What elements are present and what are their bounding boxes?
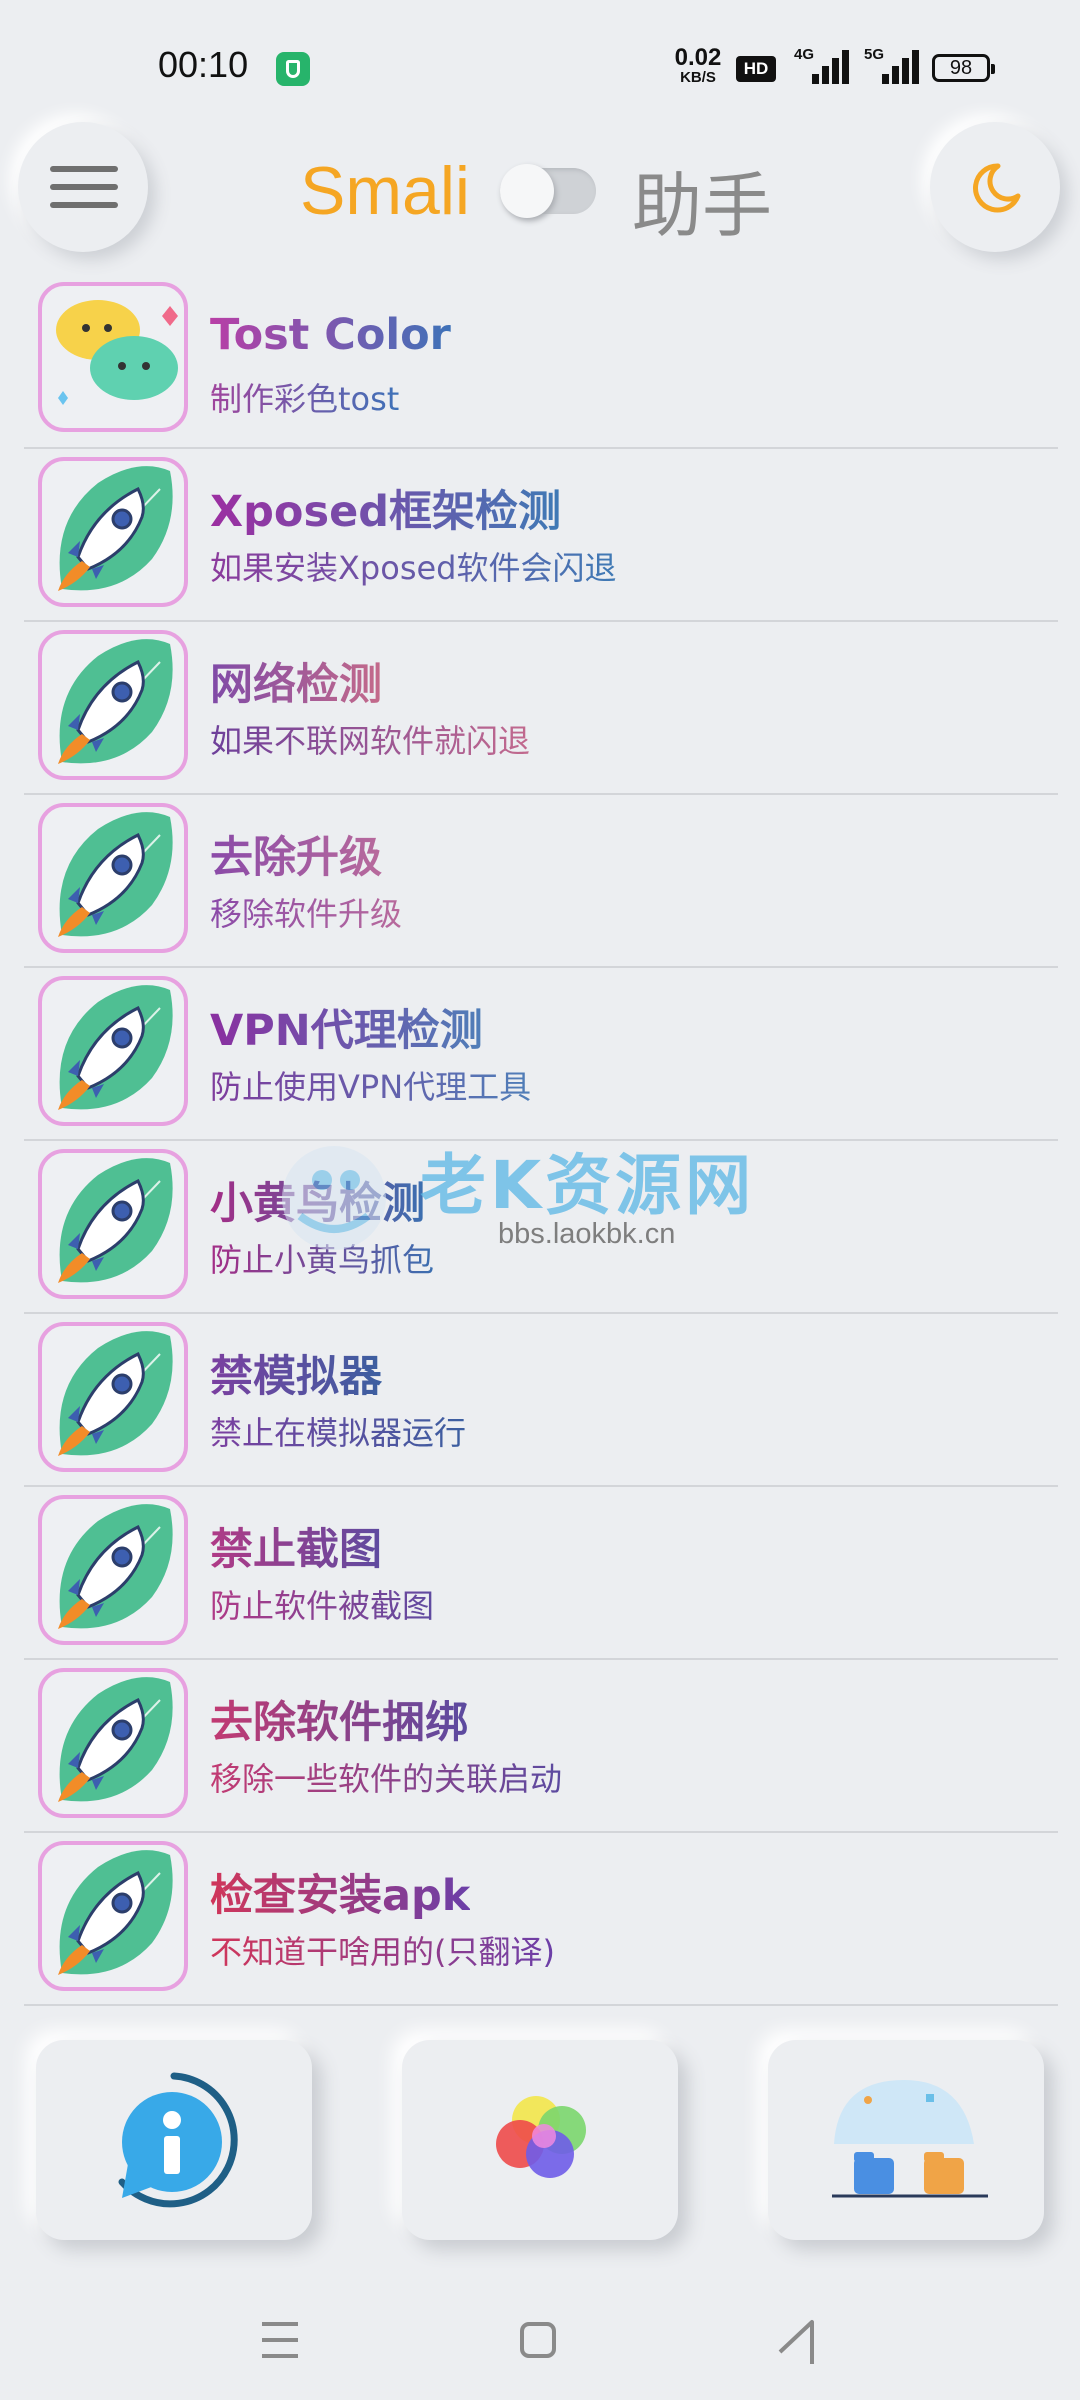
signal-5g-label: 5G xyxy=(864,46,885,63)
list-item[interactable]: 网络检测 如果不联网软件就闪退 xyxy=(24,622,1058,795)
recents-icon xyxy=(262,2322,298,2358)
item-title: 禁止截图 xyxy=(210,1515,382,1577)
item-subtitle: 防止小黄鸟抓包 xyxy=(210,1235,434,1281)
item-subtitle: 禁止在模拟器运行 xyxy=(210,1408,466,1454)
rocket-icon xyxy=(38,1322,188,1472)
signal-4g-icon: 4G xyxy=(794,46,850,84)
item-title: Xposed框架检测 xyxy=(210,477,561,539)
rocket-icon xyxy=(38,1668,188,1818)
rocket-icon xyxy=(38,976,188,1126)
folders-icon xyxy=(832,2080,988,2198)
item-title: 去除升级 xyxy=(210,823,382,885)
info-icon xyxy=(118,2072,238,2208)
app-title: Smali 助手 xyxy=(0,140,1080,247)
item-title: 去除软件捆绑 xyxy=(210,1688,468,1750)
color-card[interactable] xyxy=(402,2040,678,2240)
theme-button[interactable] xyxy=(930,122,1060,252)
item-title: VPN代理检测 xyxy=(210,996,483,1058)
item-subtitle: 防止软件被截图 xyxy=(210,1581,434,1627)
moon-icon xyxy=(973,163,1021,213)
info-card[interactable] xyxy=(36,2040,312,2240)
toggle-knob xyxy=(500,164,554,218)
network-speed-value: 0.02 xyxy=(674,44,722,71)
item-subtitle: 如果不联网软件就闪退 xyxy=(210,716,530,762)
list-item[interactable]: 小黄鸟检测 防止小黄鸟抓包 xyxy=(24,1141,1058,1314)
list-item[interactable]: 禁模拟器 禁止在模拟器运行 xyxy=(24,1314,1058,1487)
home-button[interactable] xyxy=(498,2300,578,2380)
rocket-icon xyxy=(38,1495,188,1645)
list-item[interactable]: 去除软件捆绑 移除一些软件的关联启动 xyxy=(24,1660,1058,1833)
security-shield-icon xyxy=(276,52,310,86)
mode-toggle[interactable] xyxy=(500,164,596,218)
navigation-bar xyxy=(0,2270,1080,2400)
chat-bubbles-icon xyxy=(38,282,188,432)
list-item[interactable]: 去除升级 移除软件升级 xyxy=(24,795,1058,968)
title-smali: Smali xyxy=(300,153,471,229)
item-subtitle: 移除一些软件的关联启动 xyxy=(210,1754,562,1800)
title-helper: 助手 xyxy=(632,165,772,247)
item-subtitle: 制作彩色tost xyxy=(210,374,399,420)
list-item[interactable]: 检查安装apk 不知道干啥用的(只翻译) xyxy=(24,1833,1058,2006)
rocket-icon xyxy=(38,457,188,607)
back-button[interactable] xyxy=(756,2300,836,2380)
network-speed: 0.02 KB/S xyxy=(670,44,726,86)
rocket-icon xyxy=(38,1149,188,1299)
signal-4g-label: 4G xyxy=(794,46,815,63)
item-subtitle: 不知道干啥用的(只翻译) xyxy=(210,1927,555,1973)
rocket-icon xyxy=(38,630,188,780)
list-item[interactable]: Xposed框架检测 如果安装Xposed软件会闪退 xyxy=(24,449,1058,622)
status-bar: 00:10 0.02 KB/S HD 4G 5G 98 xyxy=(0,0,1080,120)
recents-button[interactable] xyxy=(240,2300,320,2380)
item-subtitle: 移除软件升级 xyxy=(210,889,402,935)
status-time: 00:10 xyxy=(158,44,249,85)
back-icon xyxy=(778,2320,814,2364)
item-subtitle: 如果安装Xposed软件会闪退 xyxy=(210,543,617,589)
item-title: Tost Color xyxy=(210,310,451,360)
list-item[interactable]: Tost Color 制作彩色tost xyxy=(24,282,1058,449)
network-speed-unit: KB/S xyxy=(680,69,716,86)
hd-voice-icon: HD xyxy=(736,56,776,82)
item-title: 检查安装apk xyxy=(210,1861,470,1923)
color-circles-icon xyxy=(496,2096,586,2178)
item-title: 禁模拟器 xyxy=(210,1342,382,1404)
item-title: 小黄鸟检测 xyxy=(210,1169,425,1231)
item-title: 网络检测 xyxy=(210,650,382,712)
folder-card[interactable] xyxy=(768,2040,1044,2240)
battery-icon: 98 xyxy=(932,54,995,82)
item-subtitle: 防止使用VPN代理工具 xyxy=(210,1062,531,1108)
rocket-icon xyxy=(38,1841,188,1991)
rocket-icon xyxy=(38,803,188,953)
list-item[interactable]: VPN代理检测 防止使用VPN代理工具 xyxy=(24,968,1058,1141)
signal-5g-icon: 5G xyxy=(864,46,920,84)
home-icon xyxy=(520,2322,556,2358)
list-item[interactable]: 禁止截图 防止软件被截图 xyxy=(24,1487,1058,1660)
feature-list: Tost Color 制作彩色tost Xposed框架检测 如果安装Xpose… xyxy=(24,282,1058,2006)
